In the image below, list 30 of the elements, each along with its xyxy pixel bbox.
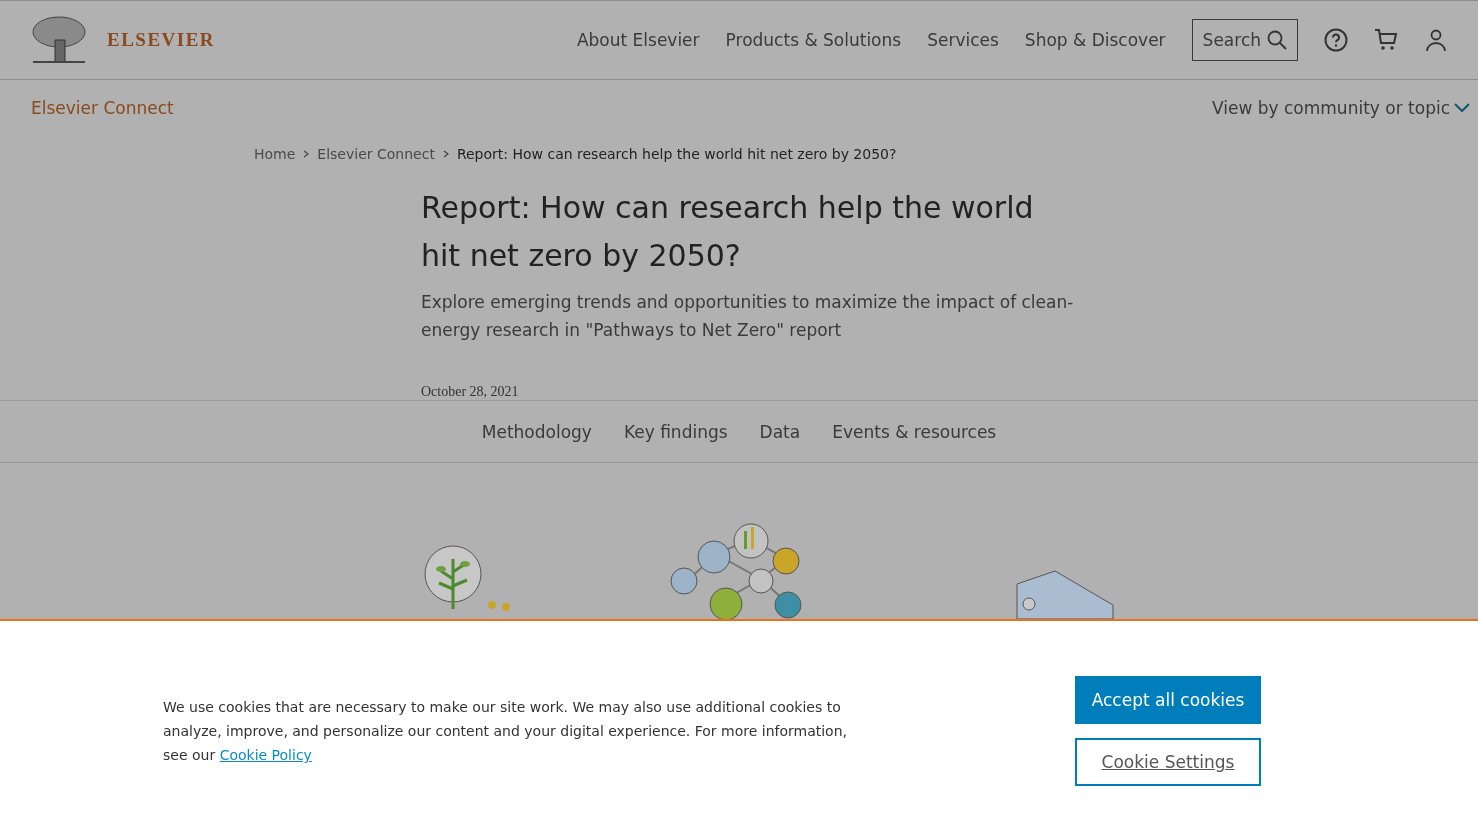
section-tab[interactable]: Methodology [481,421,592,442]
logo-wordmark[interactable]: ELSEVIER [107,29,216,51]
article-date: October 28, 2021 [421,384,520,400]
community-dropdown[interactable]: View by community or topic [1212,98,1470,118]
section-title-link[interactable]: Elsevier Connect [31,98,174,118]
section-tab[interactable]: Data [759,421,801,442]
section-tab[interactable]: Key findings [623,421,728,442]
cookie-notice-text: We use cookies that are necessary to make our site work. We may also use additional cookies to analyze, improve, and personalize our content and your digital experience. For more information, see our Cookie Policy [163,698,848,765]
nav-link[interactable]: About Elsevier [576,30,700,50]
cart-icon[interactable] [1374,28,1398,52]
section-tab[interactable]: Events & resources [832,421,997,442]
chevron-right-icon [303,150,310,158]
article-subtitle: Explore emerging trends and opportunities to maximize the impact of clean-energy research in "Pathways to Net Zero" report [421,291,1075,342]
help-icon[interactable] [1324,28,1348,52]
chevron-down-icon [1454,103,1470,113]
nav-link[interactable]: Shop & Discover [1024,30,1166,50]
breadcrumb-link[interactable]: Report: How can research help the world hit net zero by 2050? [456,146,897,162]
nav-link[interactable]: Products & Solutions [725,30,902,50]
accept-cookies-button[interactable]: Accept all cookies [1075,676,1261,724]
cookie-settings-button[interactable]: Cookie Settings [1075,738,1261,786]
nav-link[interactable]: Services [927,30,999,50]
chevron-right-icon [442,150,449,158]
cookie-policy-link[interactable]: Cookie Policy [219,747,312,763]
search-button[interactable]: Search [1191,19,1298,61]
tree-logo-icon [31,16,87,64]
search-icon [1267,30,1287,50]
user-icon[interactable] [1424,28,1448,52]
article-title: Report: How can research help the world hit net zero by 2050? [421,189,1035,275]
breadcrumb-link[interactable]: Elsevier Connect [317,146,435,162]
breadcrumb-link[interactable]: Home [254,146,296,162]
